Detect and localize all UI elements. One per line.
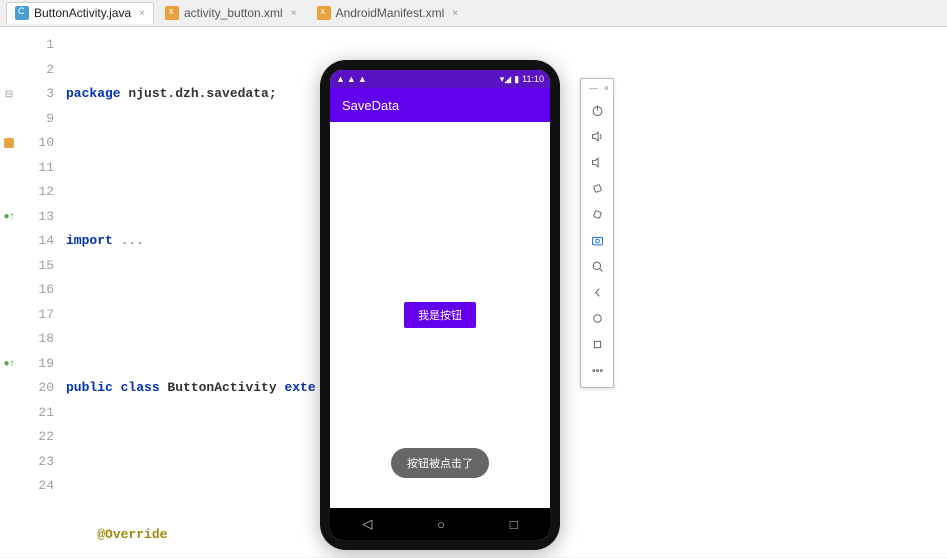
toolbar-titlebar: — × — [581, 83, 613, 97]
nav-bar: ◁ ○ □ — [330, 508, 550, 540]
line-gutter: 1239101112131415161718192021222324 — [18, 27, 62, 557]
home-button-icon[interactable] — [584, 305, 610, 331]
tab-label: activity_button.xml — [184, 6, 283, 20]
tab-java[interactable]: ButtonActivity.java × — [6, 2, 154, 24]
overview-icon[interactable]: □ — [510, 517, 518, 532]
gutter-icons: ⊟ ●↑ ●↑ — [0, 27, 18, 557]
demo-button[interactable]: 我是按钮 — [404, 302, 476, 328]
code-text: ButtonActivity — [160, 380, 285, 395]
code-keyword: import — [66, 233, 113, 248]
toast-message: 按钮被点击了 — [391, 448, 489, 478]
tab-label: AndroidManifest.xml — [336, 6, 445, 20]
code-keyword: exte — [284, 380, 315, 395]
status-right: ▾◢▮11:10 — [500, 74, 544, 85]
close-icon[interactable]: × — [291, 8, 297, 19]
volume-up-icon[interactable] — [584, 123, 610, 149]
xml-file-icon — [165, 6, 179, 20]
emulator-screen[interactable]: ▲▲▲ ▾◢▮11:10 SaveData 我是按钮 按钮被点击了 ◁ ○ □ — [330, 70, 550, 540]
code-keyword: public class — [66, 380, 160, 395]
back-button-icon[interactable] — [584, 279, 610, 305]
xml-file-icon — [317, 6, 331, 20]
java-file-icon — [15, 6, 29, 20]
overview-button-icon[interactable] — [584, 331, 610, 357]
tab-activity-xml[interactable]: activity_button.xml × — [156, 2, 306, 24]
rotate-left-icon[interactable] — [584, 175, 610, 201]
more-icon[interactable] — [584, 357, 610, 383]
clock: 11:10 — [522, 74, 544, 84]
status-left: ▲▲▲ — [336, 74, 367, 84]
app-body: 我是按钮 按钮被点击了 — [330, 122, 550, 508]
editor-tabs: ButtonActivity.java × activity_button.xm… — [0, 0, 947, 27]
status-bar: ▲▲▲ ▾◢▮11:10 — [330, 70, 550, 88]
tab-manifest-xml[interactable]: AndroidManifest.xml × — [308, 2, 468, 24]
code-text: ... — [113, 233, 144, 248]
close-icon[interactable]: × — [604, 83, 609, 93]
android-emulator: ▲▲▲ ▾◢▮11:10 SaveData 我是按钮 按钮被点击了 ◁ ○ □ — [320, 60, 560, 550]
app-title: SaveData — [342, 98, 399, 113]
code-keyword: package — [66, 86, 121, 101]
camera-icon[interactable] — [584, 227, 610, 253]
rotate-right-icon[interactable] — [584, 201, 610, 227]
minimize-icon[interactable]: — — [589, 83, 598, 93]
emulator-toolbar: — × — [580, 78, 614, 388]
close-icon[interactable]: × — [452, 8, 458, 19]
power-icon[interactable] — [584, 97, 610, 123]
tab-label: ButtonActivity.java — [34, 6, 131, 20]
volume-down-icon[interactable] — [584, 149, 610, 175]
annotation: @Override — [97, 527, 167, 542]
back-icon[interactable]: ◁ — [362, 516, 372, 532]
app-bar: SaveData — [330, 88, 550, 122]
zoom-icon[interactable] — [584, 253, 610, 279]
code-text: njust.dzh.savedata; — [121, 86, 277, 101]
close-icon[interactable]: × — [139, 8, 145, 19]
home-icon[interactable]: ○ — [437, 517, 445, 532]
